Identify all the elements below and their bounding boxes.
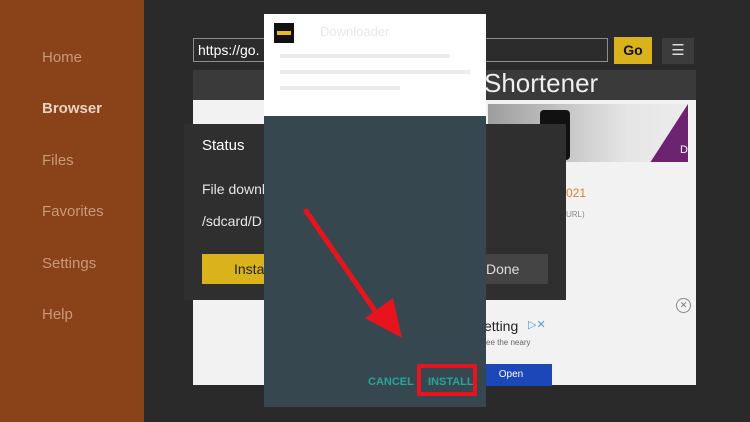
fire-tv-screen: Home Browser Files Favorites Settings He… — [0, 0, 750, 422]
red-arrow-icon — [303, 208, 402, 338]
